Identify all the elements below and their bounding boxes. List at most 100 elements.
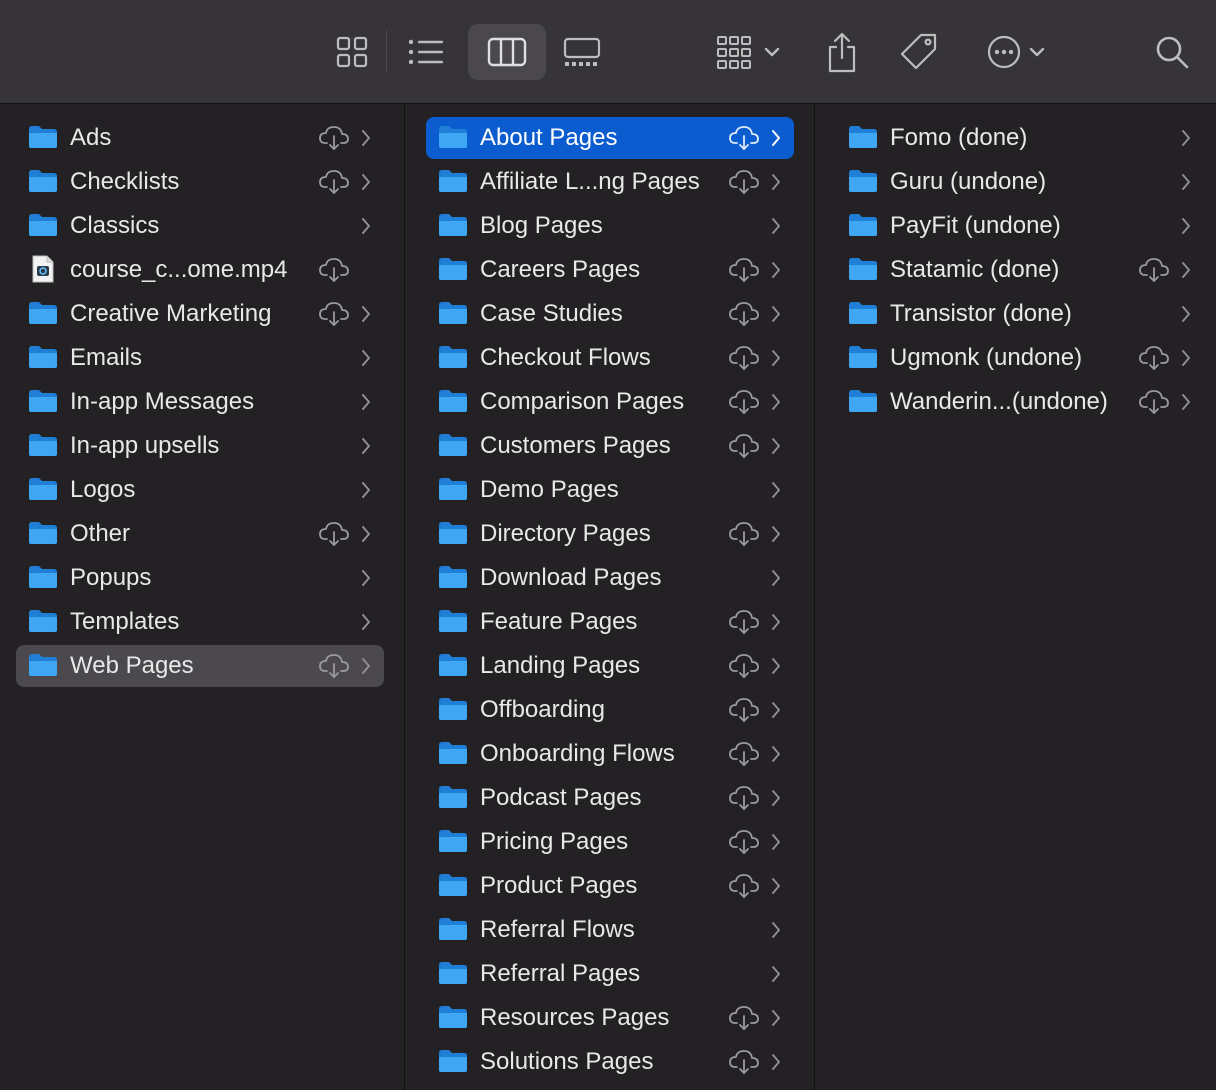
item-label: Popups bbox=[70, 557, 151, 599]
item-label: Checkout Flows bbox=[480, 337, 651, 379]
chevron-right-icon bbox=[771, 481, 781, 499]
icloud-download-icon[interactable] bbox=[728, 345, 760, 371]
item-label: Statamic (done) bbox=[890, 249, 1059, 291]
list-view-button[interactable] bbox=[400, 24, 452, 80]
folder-icon bbox=[438, 345, 468, 369]
folder-item-blog-pages[interactable]: Blog Pages bbox=[426, 205, 794, 247]
icloud-download-icon[interactable] bbox=[728, 741, 760, 767]
icon-view-button[interactable] bbox=[326, 24, 378, 80]
folder-item-other[interactable]: Other bbox=[16, 513, 384, 555]
icloud-download-icon[interactable] bbox=[728, 609, 760, 635]
chevron-right-icon bbox=[771, 1053, 781, 1071]
folder-item-offboarding[interactable]: Offboarding bbox=[426, 689, 794, 731]
folder-item-classics[interactable]: Classics bbox=[16, 205, 384, 247]
folder-item-fomo-done[interactable]: Fomo (done) bbox=[836, 117, 1204, 159]
folder-item-onboarding-flows[interactable]: Onboarding Flows bbox=[426, 733, 794, 775]
item-label: Customers Pages bbox=[480, 425, 671, 467]
folder-item-landing-pages[interactable]: Landing Pages bbox=[426, 645, 794, 687]
folder-item-popups[interactable]: Popups bbox=[16, 557, 384, 599]
item-label: Comparison Pages bbox=[480, 381, 684, 423]
folder-item-checklists[interactable]: Checklists bbox=[16, 161, 384, 203]
icloud-download-icon[interactable] bbox=[318, 653, 350, 679]
folder-item-checkout-flows[interactable]: Checkout Flows bbox=[426, 337, 794, 379]
folder-item-feature-pages[interactable]: Feature Pages bbox=[426, 601, 794, 643]
folder-item-in-app-messages[interactable]: In-app Messages bbox=[16, 381, 384, 423]
folder-item-templates[interactable]: Templates bbox=[16, 601, 384, 643]
search-button[interactable] bbox=[1148, 24, 1196, 80]
folder-item-guru-undone[interactable]: Guru (undone) bbox=[836, 161, 1204, 203]
folder-item-pricing-pages[interactable]: Pricing Pages bbox=[426, 821, 794, 863]
icloud-download-icon[interactable] bbox=[728, 697, 760, 723]
folder-item-customers-pages[interactable]: Customers Pages bbox=[426, 425, 794, 467]
icloud-download-icon[interactable] bbox=[728, 1049, 760, 1075]
folder-item-web-pages[interactable]: Web Pages bbox=[16, 645, 384, 687]
icloud-download-icon[interactable] bbox=[728, 829, 760, 855]
icloud-download-icon[interactable] bbox=[728, 301, 760, 327]
icloud-download-icon[interactable] bbox=[1138, 345, 1170, 371]
folder-item-in-app-upsells[interactable]: In-app upsells bbox=[16, 425, 384, 467]
icloud-download-icon[interactable] bbox=[318, 301, 350, 327]
folder-item-wanderin-undone[interactable]: Wanderin...(undone) bbox=[836, 381, 1204, 423]
icloud-download-icon[interactable] bbox=[318, 169, 350, 195]
folder-item-ads[interactable]: Ads bbox=[16, 117, 384, 159]
folder-item-download-pages[interactable]: Download Pages bbox=[426, 557, 794, 599]
folder-icon bbox=[438, 785, 468, 809]
column-1[interactable]: AdsChecklistsClassicscourse_c...ome.mp4C… bbox=[0, 104, 405, 1090]
folder-item-ugmonk-undone[interactable]: Ugmonk (undone) bbox=[836, 337, 1204, 379]
icloud-download-icon[interactable] bbox=[318, 257, 350, 283]
folder-item-about-pages[interactable]: About Pages bbox=[426, 117, 794, 159]
folder-item-affiliate-l-ng-pages[interactable]: Affiliate L...ng Pages bbox=[426, 161, 794, 203]
folder-item-comparison-pages[interactable]: Comparison Pages bbox=[426, 381, 794, 423]
folder-item-logos[interactable]: Logos bbox=[16, 469, 384, 511]
folder-icon bbox=[438, 609, 468, 633]
icloud-download-icon[interactable] bbox=[728, 653, 760, 679]
icloud-download-icon[interactable] bbox=[728, 389, 760, 415]
icloud-download-icon[interactable] bbox=[728, 1005, 760, 1031]
tag-button[interactable] bbox=[894, 24, 944, 80]
folder-item-creative-marketing[interactable]: Creative Marketing bbox=[16, 293, 384, 335]
file-item-course-c-ome-mp4[interactable]: course_c...ome.mp4 bbox=[16, 249, 384, 291]
icloud-download-icon[interactable] bbox=[728, 521, 760, 547]
folder-item-demo-pages[interactable]: Demo Pages bbox=[426, 469, 794, 511]
item-label: PayFit (undone) bbox=[890, 205, 1061, 247]
icloud-download-icon[interactable] bbox=[728, 785, 760, 811]
folder-item-resources-pages[interactable]: Resources Pages bbox=[426, 997, 794, 1039]
icloud-download-icon[interactable] bbox=[728, 169, 760, 195]
column-view-button[interactable] bbox=[468, 24, 546, 80]
icloud-download-icon[interactable] bbox=[728, 873, 760, 899]
icloud-download-icon[interactable] bbox=[728, 125, 760, 151]
item-label: Other bbox=[70, 513, 130, 555]
folder-item-directory-pages[interactable]: Directory Pages bbox=[426, 513, 794, 555]
icloud-download-icon[interactable] bbox=[318, 125, 350, 151]
folder-item-referral-flows[interactable]: Referral Flows bbox=[426, 909, 794, 951]
icloud-download-icon[interactable] bbox=[728, 257, 760, 283]
item-label: Landing Pages bbox=[480, 645, 640, 687]
icloud-download-icon[interactable] bbox=[1138, 389, 1170, 415]
folder-item-payfit-undone[interactable]: PayFit (undone) bbox=[836, 205, 1204, 247]
folder-icon bbox=[438, 521, 468, 545]
folder-icon bbox=[848, 257, 878, 281]
chevron-right-icon bbox=[361, 173, 371, 191]
folder-item-product-pages[interactable]: Product Pages bbox=[426, 865, 794, 907]
share-button[interactable] bbox=[818, 24, 866, 80]
group-by-button[interactable] bbox=[708, 24, 788, 80]
chevron-right-icon bbox=[771, 1009, 781, 1027]
icloud-download-icon[interactable] bbox=[728, 433, 760, 459]
chevron-right-icon bbox=[361, 217, 371, 235]
folder-item-referral-pages[interactable]: Referral Pages bbox=[426, 953, 794, 995]
folder-item-case-studies[interactable]: Case Studies bbox=[426, 293, 794, 335]
folder-item-emails[interactable]: Emails bbox=[16, 337, 384, 379]
icloud-download-icon[interactable] bbox=[1138, 257, 1170, 283]
column-3[interactable]: Fomo (done)Guru (undone)PayFit (undone)S… bbox=[816, 104, 1216, 1090]
chevron-right-icon bbox=[1181, 129, 1191, 147]
folder-item-podcast-pages[interactable]: Podcast Pages bbox=[426, 777, 794, 819]
folder-item-solutions-pages[interactable]: Solutions Pages bbox=[426, 1041, 794, 1083]
gallery-view-button[interactable] bbox=[556, 24, 608, 80]
folder-item-careers-pages[interactable]: Careers Pages bbox=[426, 249, 794, 291]
more-actions-button[interactable] bbox=[980, 24, 1052, 80]
folder-item-statamic-done[interactable]: Statamic (done) bbox=[836, 249, 1204, 291]
column-2[interactable]: About PagesAffiliate L...ng PagesBlog Pa… bbox=[406, 104, 815, 1090]
video-file-icon bbox=[32, 255, 54, 283]
folder-item-transistor-done[interactable]: Transistor (done) bbox=[836, 293, 1204, 335]
icloud-download-icon[interactable] bbox=[318, 521, 350, 547]
